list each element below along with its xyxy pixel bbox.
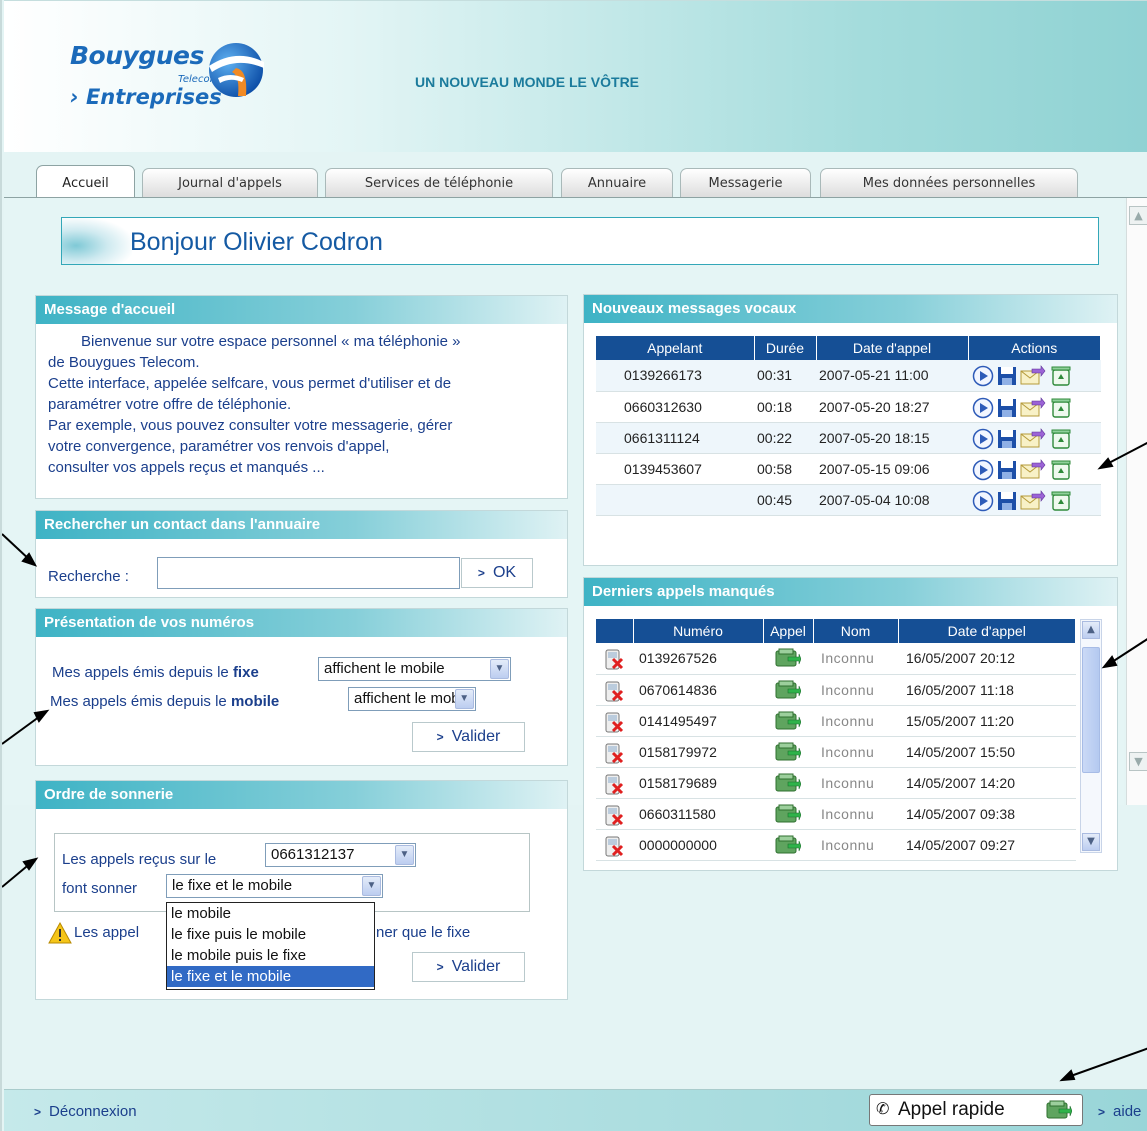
quick-call-button[interactable]: ✆ Appel rapide: [869, 1094, 1083, 1126]
annotation-arrow: [1104, 441, 1147, 466]
annotation-arrowhead: [1101, 655, 1118, 669]
annotation-arrowhead: [1097, 457, 1114, 470]
call-phone-icon: [1046, 1100, 1072, 1119]
annotation-arrow: [1067, 1047, 1147, 1078]
annotation-arrowhead: [1059, 1069, 1076, 1082]
app-window: Bouygues Telecom › Entreprises UN NOUVEA…: [0, 0, 1147, 1131]
quick-call-label: Appel rapide: [898, 1099, 1005, 1120]
phone-handset-icon: ✆: [876, 1101, 890, 1118]
annotation-arrows: [2, 441, 1147, 1082]
logout-label: Déconnexion: [49, 1103, 137, 1120]
logout-link[interactable]: > Déconnexion: [34, 1103, 137, 1120]
annotation-arrow: [1108, 638, 1147, 665]
help-link[interactable]: > aide: [1098, 1103, 1141, 1120]
chevron-right-icon: >: [1098, 1105, 1106, 1119]
help-label: aide: [1113, 1103, 1142, 1120]
chevron-right-icon: >: [34, 1105, 42, 1119]
